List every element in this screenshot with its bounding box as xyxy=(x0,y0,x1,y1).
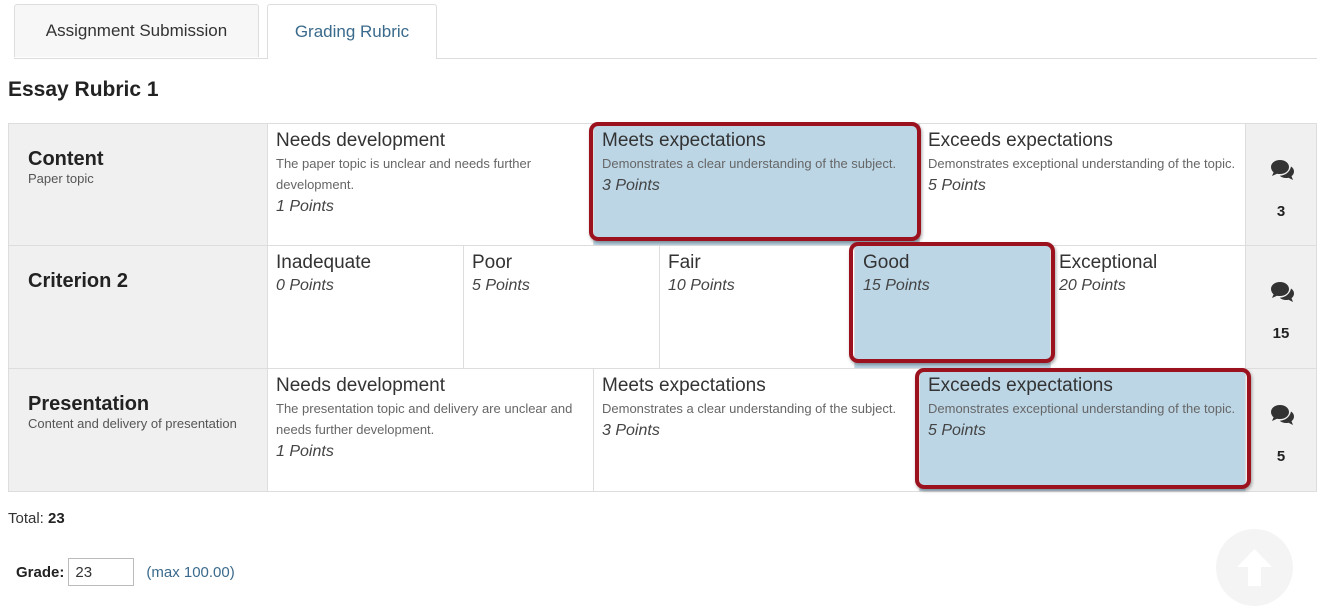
criterion-cell: Content Paper topic xyxy=(9,124,268,245)
comment-icon[interactable] xyxy=(1268,403,1296,427)
rating-cell[interactable]: Needs development The paper topic is unc… xyxy=(268,124,594,245)
tab-assignment-submission[interactable]: Assignment Submission xyxy=(14,4,259,57)
rating-name: Fair xyxy=(668,252,701,273)
rating-cell-selected[interactable]: Meets expectations Demonstrates a clear … xyxy=(594,124,920,245)
rating-cell[interactable]: Needs development The presentation topic… xyxy=(268,369,594,491)
rating-name: Good xyxy=(863,252,910,273)
grade-row: Grade: (max 100.00) xyxy=(16,558,235,586)
rubric-row-presentation: Presentation Content and delivery of pre… xyxy=(9,369,1316,491)
rating-description: Demonstrates exceptional understanding o… xyxy=(928,401,1236,416)
rating-cell-selected[interactable]: Good 15 Points xyxy=(855,246,1051,368)
rating-name: Meets expectations xyxy=(602,130,766,151)
total-score: Total: 23 xyxy=(8,510,65,527)
comment-icon[interactable] xyxy=(1268,280,1296,304)
criterion-score: 3 xyxy=(1276,203,1286,220)
rating-cell[interactable]: Poor 5 Points xyxy=(464,246,660,368)
rating-points: 5 Points xyxy=(928,422,986,439)
criterion-description: Paper topic xyxy=(28,171,94,186)
grade-input[interactable] xyxy=(68,558,135,586)
rating-name: Exceeds expectations xyxy=(928,375,1113,396)
grade-max-note: (max 100.00) xyxy=(146,563,235,581)
rating-points: 3 Points xyxy=(602,422,660,439)
rating-points: 15 Points xyxy=(863,277,930,294)
rating-description: Demonstrates a clear understanding of th… xyxy=(602,401,897,416)
criterion-score: 15 xyxy=(1272,325,1290,342)
rating-points: 5 Points xyxy=(472,277,530,294)
tab-bar: Assignment Submission Grading Rubric xyxy=(14,4,1317,59)
rating-name: Poor xyxy=(472,252,513,273)
criterion-score-cell: 5 xyxy=(1245,369,1316,491)
rating-points: 5 Points xyxy=(928,177,986,194)
back-to-top-button[interactable] xyxy=(1216,529,1293,606)
rating-name: Meets expectations xyxy=(602,375,766,396)
rating-cell-selected[interactable]: Exceeds expectations Demonstrates except… xyxy=(920,369,1246,491)
rating-name: Exceptional xyxy=(1059,252,1158,273)
rating-points: 10 Points xyxy=(668,277,735,294)
arrow-up-icon xyxy=(1237,549,1272,586)
rating-name: Inadequate xyxy=(276,252,372,273)
total-label: Total: xyxy=(8,510,44,527)
rating-description: Demonstrates a clear understanding of th… xyxy=(602,156,897,171)
rating-description: The paper topic is unclear and needs fur… xyxy=(276,156,532,192)
rating-description: The presentation topic and delivery are … xyxy=(276,401,573,437)
rating-name: Needs development xyxy=(276,130,445,151)
rubric-table: Content Paper topic Needs development Th… xyxy=(8,123,1317,492)
rating-cell[interactable]: Exceeds expectations Demonstrates except… xyxy=(920,124,1246,245)
criterion-cell: Presentation Content and delivery of pre… xyxy=(9,369,268,491)
rating-points: 3 Points xyxy=(602,177,660,194)
tab-grading-rubric[interactable]: Grading Rubric xyxy=(267,4,437,59)
criterion-score: 5 xyxy=(1276,448,1286,465)
rating-points: 1 Points xyxy=(276,443,334,460)
criterion-title: Criterion 2 xyxy=(28,270,129,292)
rubric-row-content: Content Paper topic Needs development Th… xyxy=(9,124,1316,246)
rating-name: Exceeds expectations xyxy=(928,130,1113,151)
rating-points: 0 Points xyxy=(276,277,334,294)
criterion-score-cell: 15 xyxy=(1245,246,1316,368)
criterion-cell: Criterion 2 xyxy=(9,246,268,368)
rating-points: 1 Points xyxy=(276,198,334,215)
rating-cell[interactable]: Exceptional 20 Points xyxy=(1051,246,1246,368)
rating-cell[interactable]: Inadequate 0 Points xyxy=(268,246,464,368)
rating-description: Demonstrates exceptional understanding o… xyxy=(928,156,1236,171)
criterion-description: Content and delivery of presentation xyxy=(28,416,237,431)
rubric-row-criterion-2: Criterion 2 Inadequate 0 Points Poor 5 P… xyxy=(9,246,1316,369)
criterion-title: Presentation xyxy=(28,393,150,415)
rating-cell[interactable]: Meets expectations Demonstrates a clear … xyxy=(594,369,920,491)
rubric-title: Essay Rubric 1 xyxy=(8,78,159,101)
criterion-title: Content xyxy=(28,148,104,170)
total-value: 23 xyxy=(48,510,65,527)
grade-label: Grade: xyxy=(16,563,65,581)
rating-points: 20 Points xyxy=(1059,277,1126,294)
rating-name: Needs development xyxy=(276,375,445,396)
comment-icon[interactable] xyxy=(1268,158,1296,182)
criterion-score-cell: 3 xyxy=(1245,124,1316,245)
rating-cell[interactable]: Fair 10 Points xyxy=(660,246,855,368)
